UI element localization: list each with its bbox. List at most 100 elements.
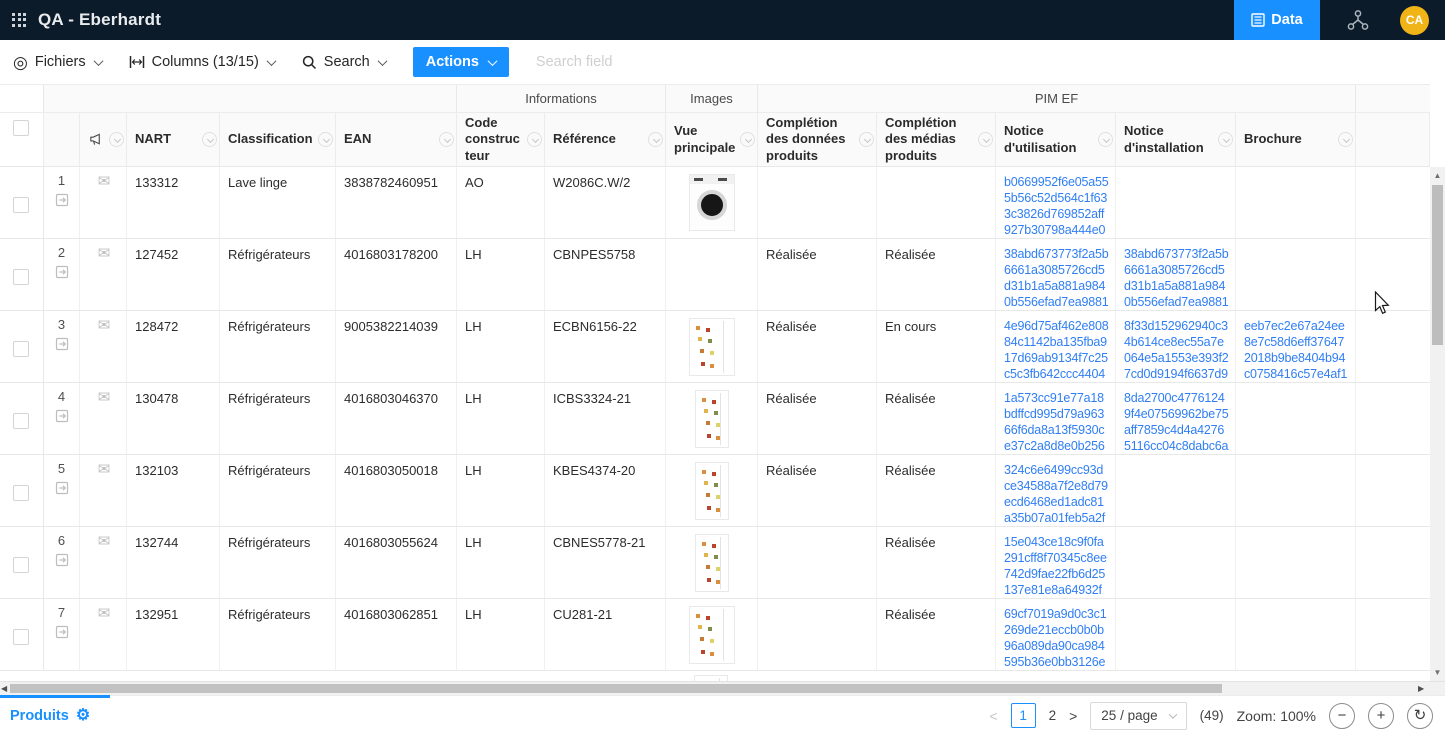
brochure-link[interactable] (1236, 599, 1356, 670)
tab-produits[interactable]: Produits ⚙ (10, 708, 90, 724)
header-brochure[interactable]: Brochure (1236, 113, 1356, 166)
app-grid-icon[interactable] (12, 13, 27, 28)
header-nart[interactable]: NART (127, 113, 220, 166)
notice-utilisation-link[interactable]: 324c6e6499cc93dce34588a7f2e8d79ecd6468ed… (996, 455, 1116, 526)
envelope-icon[interactable]: ✉ (98, 174, 111, 234)
envelope-icon[interactable]: ✉ (98, 390, 111, 450)
envelope-icon[interactable]: ✉ (98, 462, 111, 522)
envelope-icon[interactable]: ✉ (98, 318, 111, 378)
zoom-out-button[interactable]: − (1329, 703, 1355, 729)
open-record-icon[interactable] (55, 481, 69, 495)
notice-utilisation-link[interactable]: 4e96d75af462e80884c1142ba135fba917d69ab9… (996, 311, 1116, 382)
filter-icon[interactable] (1098, 132, 1113, 147)
row-checkbox[interactable] (13, 269, 29, 285)
row-checkbox[interactable] (13, 413, 29, 429)
brochure-link[interactable] (1236, 527, 1356, 598)
horizontal-scrollbar[interactable]: ◀ ▶ (0, 681, 1445, 695)
open-record-icon[interactable] (55, 553, 69, 567)
page-1-button[interactable]: 1 (1011, 703, 1036, 728)
row-checkbox[interactable] (13, 629, 29, 645)
row-checkbox[interactable] (13, 485, 29, 501)
brochure-link[interactable] (1236, 167, 1356, 238)
brochure-link[interactable] (1236, 383, 1356, 454)
search-menu[interactable]: Search (302, 54, 386, 70)
search-field-input[interactable] (536, 54, 756, 70)
open-record-icon[interactable] (55, 337, 69, 351)
notice-installation-link[interactable] (1116, 599, 1236, 670)
envelope-icon[interactable]: ✉ (98, 534, 111, 594)
horizontal-scrollbar-thumb[interactable] (10, 684, 1222, 693)
previous-page-button[interactable]: < (989, 708, 997, 724)
notice-installation-link[interactable] (1116, 455, 1236, 526)
header-ean[interactable]: EAN (336, 113, 457, 166)
header-code-constructeur[interactable]: Code constructeur (457, 113, 545, 166)
row-checkbox[interactable] (13, 341, 29, 357)
product-thumbnail[interactable] (689, 174, 735, 231)
vertical-scrollbar[interactable]: ▲ ▼ (1430, 167, 1445, 681)
scroll-left-arrow[interactable]: ◀ (1, 684, 7, 693)
product-thumbnail[interactable] (695, 462, 729, 520)
filter-icon[interactable] (648, 132, 663, 147)
zoom-in-button[interactable]: + (1368, 703, 1394, 729)
scroll-down-arrow[interactable]: ▼ (1430, 668, 1445, 677)
open-record-icon[interactable] (55, 409, 69, 423)
envelope-icon[interactable]: ✉ (98, 606, 111, 666)
brochure-link[interactable] (1236, 455, 1356, 526)
filter-icon[interactable] (1338, 132, 1353, 147)
open-record-icon[interactable] (55, 193, 69, 207)
notice-installation-link[interactable]: 38abd673773f2a5b6661a3085726cd5d31b1a5a8… (1116, 239, 1236, 310)
gear-icon[interactable]: ⚙ (76, 708, 90, 724)
product-thumbnail[interactable] (695, 534, 729, 592)
refresh-button[interactable]: ↻ (1407, 703, 1433, 729)
header-notice-utilisation[interactable]: Notice d'utilisation (996, 113, 1116, 166)
filter-icon[interactable] (318, 132, 333, 147)
user-avatar[interactable]: CA (1400, 6, 1429, 35)
header-vue-principale[interactable]: Vue principale (666, 113, 758, 166)
header-notice-installation[interactable]: Notice d'installation (1116, 113, 1236, 166)
product-thumbnail[interactable] (689, 606, 735, 664)
filter-icon[interactable] (202, 132, 217, 147)
next-page-button[interactable]: > (1069, 708, 1077, 724)
page-2-button[interactable]: 2 (1049, 708, 1057, 723)
notice-installation-link[interactable] (1116, 527, 1236, 598)
vertical-scrollbar-thumb[interactable] (1432, 185, 1443, 345)
scroll-right-arrow[interactable]: ▶ (1418, 684, 1424, 693)
filter-icon[interactable] (439, 132, 454, 147)
product-thumbnail[interactable] (695, 390, 729, 448)
open-record-icon[interactable] (55, 265, 69, 279)
filter-icon[interactable] (740, 132, 755, 147)
notice-utilisation-link[interactable]: 1a573cc91e77a18bdffcd995d79a96366f6da8a1… (996, 383, 1116, 454)
group-blank (0, 85, 44, 112)
header-classification[interactable]: Classification (220, 113, 336, 166)
notice-utilisation-link[interactable]: 38abd673773f2a5b6661a3085726cd5d31b1a5a8… (996, 239, 1116, 310)
product-thumbnail[interactable] (689, 318, 735, 376)
filter-icon[interactable] (527, 132, 542, 147)
actions-button[interactable]: Actions (413, 47, 509, 77)
row-checkbox[interactable] (13, 197, 29, 213)
filter-icon[interactable] (1218, 132, 1233, 147)
filter-icon[interactable] (978, 132, 993, 147)
page-size-select[interactable]: 25 / page (1090, 702, 1186, 730)
open-record-icon[interactable] (55, 625, 69, 639)
columns-menu[interactable]: Columns (13/15) (129, 54, 275, 70)
scroll-up-arrow[interactable]: ▲ (1430, 171, 1445, 180)
notice-utilisation-link[interactable]: 15e043ce18c9f0fa291cff8f70345c8ee742d9fa… (996, 527, 1116, 598)
header-reference[interactable]: Référence (545, 113, 666, 166)
header-completion-donnees[interactable]: Complétion des données produits (758, 113, 877, 166)
data-nav-button[interactable]: Data (1234, 0, 1320, 40)
row-checkbox[interactable] (13, 557, 29, 573)
filter-icon[interactable] (859, 132, 874, 147)
fichiers-menu[interactable]: ◎ Fichiers (13, 54, 102, 71)
header-completion-medias[interactable]: Complétion des médias produits (877, 113, 996, 166)
notice-installation-link[interactable]: 8da2700c47761249f4e07569962be75aff7859c4… (1116, 383, 1236, 454)
notice-utilisation-link[interactable]: 69cf7019a9d0c3c1269de21eccb0b0b96a089da9… (996, 599, 1116, 670)
notice-installation-link[interactable]: 8f33d152962940c34b614ce8ec55a7e064e5a155… (1116, 311, 1236, 382)
select-all-checkbox[interactable] (13, 120, 29, 136)
notice-installation-link[interactable] (1116, 167, 1236, 238)
envelope-icon[interactable]: ✉ (98, 246, 111, 306)
brochure-link[interactable]: eeb7ec2e67a24ee8e7c58d6eff376472018b9be8… (1236, 311, 1356, 382)
notice-utilisation-link[interactable]: b0669952f6e05a555b56c52d564c1f633c3826d7… (996, 167, 1116, 238)
hierarchy-icon[interactable] (1346, 8, 1370, 32)
brochure-link[interactable] (1236, 239, 1356, 310)
filter-icon[interactable] (109, 132, 124, 147)
